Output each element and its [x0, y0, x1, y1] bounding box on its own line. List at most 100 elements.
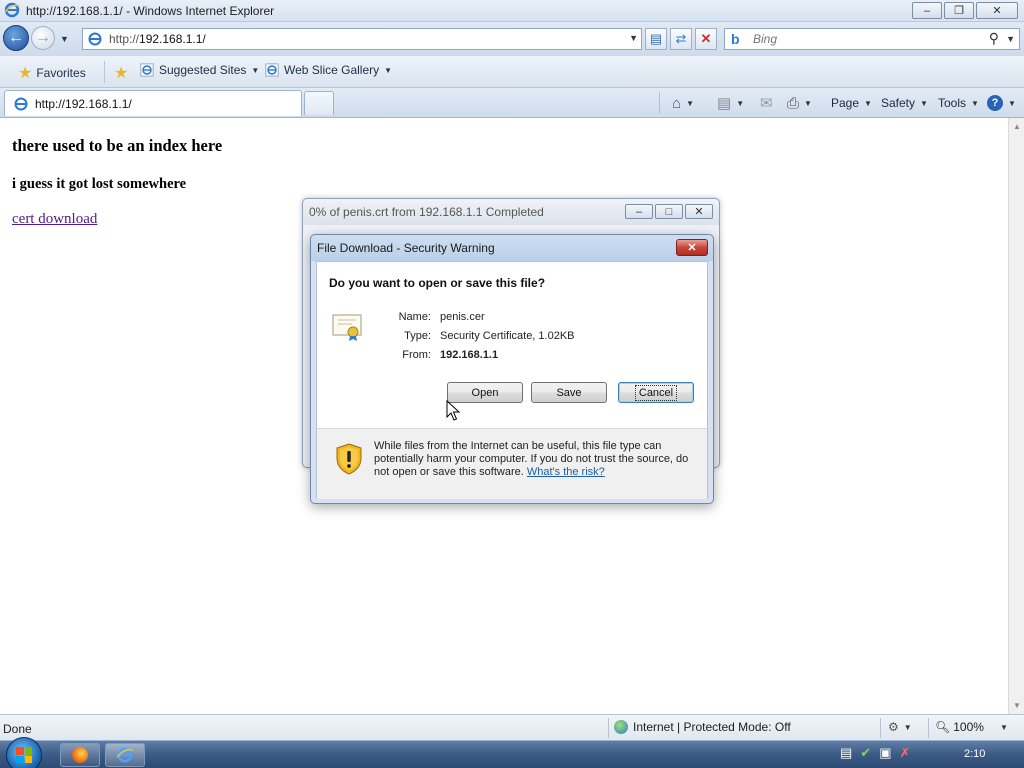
- chevron-down-icon: ▼: [804, 98, 812, 108]
- taskbar-firefox-button[interactable]: [60, 743, 100, 767]
- progress-dialog-title: 0% of penis.crt from 192.168.1.1 Complet…: [309, 205, 544, 219]
- read-mail-button[interactable]: ✉: [760, 93, 773, 113]
- back-button[interactable]: ←: [3, 25, 29, 51]
- dialog-title-bar[interactable]: File Download - Security Warning ✕: [311, 235, 713, 261]
- search-input[interactable]: [753, 32, 983, 46]
- close-button[interactable]: ✕: [976, 2, 1018, 19]
- window-title-bar[interactable]: http://192.168.1.1/ - Windows Internet E…: [0, 0, 1024, 22]
- web-slice-gallery-link[interactable]: Web Slice Gallery ▼: [265, 63, 392, 77]
- maximize-button[interactable]: ❐: [944, 2, 974, 19]
- file-from-value: 192.168.1.1: [440, 349, 499, 361]
- dialog-body: Do you want to open or save this file? N…: [316, 261, 708, 499]
- help-icon: ?: [987, 95, 1003, 111]
- ie-page-icon: [14, 97, 28, 110]
- chevron-down-icon: ▼: [971, 98, 979, 108]
- dialog-question: Do you want to open or save this file?: [329, 276, 546, 290]
- vertical-scrollbar[interactable]: ▲ ▼: [1008, 118, 1024, 714]
- start-button[interactable]: [6, 737, 42, 768]
- web-slice-gallery-label: Web Slice Gallery: [284, 63, 380, 77]
- forward-button[interactable]: →: [31, 26, 55, 50]
- status-bar: Done Internet | Protected Mode: Off ⚙ ▼ …: [0, 714, 1024, 740]
- bing-logo-icon: b: [731, 31, 740, 47]
- network-icon[interactable]: ▣: [879, 745, 891, 761]
- favorites-button[interactable]: ★ Favorites: [18, 63, 86, 83]
- zone-text: Internet | Protected Mode: Off: [633, 720, 791, 734]
- compatibility-view-button[interactable]: ▤: [645, 28, 667, 50]
- arrow-right-icon: →: [35, 29, 51, 46]
- tray-document-icon[interactable]: ▤: [840, 745, 852, 761]
- zoom-magnifier-icon: 🔍︎: [935, 720, 951, 734]
- mail-icon: ✉: [760, 95, 773, 112]
- rss-feed-icon: ▤: [717, 95, 732, 112]
- address-bar[interactable]: http://192.168.1.1/ ▼: [82, 28, 642, 50]
- search-dropdown-icon[interactable]: ▼: [1006, 34, 1015, 44]
- favorites-label: Favorites: [36, 66, 86, 80]
- separator: [928, 718, 929, 738]
- save-button[interactable]: Save: [531, 382, 607, 403]
- taskbar-ie-button[interactable]: [105, 743, 145, 767]
- tab-active[interactable]: http://192.168.1.1/: [4, 90, 302, 116]
- search-icon[interactable]: ⚲: [989, 30, 999, 47]
- cert-download-link[interactable]: cert download: [12, 211, 97, 227]
- progress-maximize-button[interactable]: □: [655, 204, 683, 219]
- scroll-down-icon[interactable]: ▼: [1013, 701, 1021, 710]
- recent-pages-dropdown-icon[interactable]: ▼: [60, 34, 69, 44]
- scroll-up-icon[interactable]: ▲: [1013, 122, 1021, 131]
- file-name-value: penis.cer: [440, 311, 485, 323]
- progress-dialog-title-bar[interactable]: 0% of penis.crt from 192.168.1.1 Complet…: [303, 199, 719, 225]
- progress-close-button[interactable]: ✕: [685, 204, 713, 219]
- help-button[interactable]: ? ▼: [987, 93, 1016, 113]
- addons-button[interactable]: ⚙ ▼: [888, 720, 912, 734]
- save-button-label: Save: [556, 386, 582, 399]
- zoom-control[interactable]: 🔍︎ 100% ▼: [935, 720, 1008, 734]
- navigation-bar: ← → ▼ http://192.168.1.1/ ▼ ▤ ⇄ ✕ b ⚲ ▼: [0, 22, 1024, 56]
- name-label: Name:: [398, 311, 431, 323]
- tab-label: http://192.168.1.1/: [35, 96, 132, 111]
- dialog-close-button[interactable]: ✕: [676, 239, 708, 256]
- mouse-cursor-icon: [446, 400, 460, 421]
- search-box[interactable]: b ⚲ ▼: [724, 28, 1020, 50]
- separator: [608, 718, 609, 738]
- clock[interactable]: 2:10: [964, 748, 985, 760]
- taskbar: ▤ ✔ ▣ ✗ 2:10: [0, 737, 1024, 768]
- compatibility-icon: ▤: [649, 31, 663, 46]
- whats-the-risk-link[interactable]: What's the risk?: [527, 466, 605, 478]
- action-center-icon[interactable]: ✔: [860, 745, 871, 761]
- ie-logo-icon: [116, 747, 134, 763]
- address-url[interactable]: http://192.168.1.1/: [109, 32, 206, 46]
- add-to-favorites-bar-button[interactable]: ★: [114, 63, 132, 83]
- status-text: Done: [3, 722, 32, 736]
- tools-menu[interactable]: Tools ▼: [938, 93, 979, 113]
- security-zone[interactable]: Internet | Protected Mode: Off: [614, 720, 791, 734]
- address-dropdown-icon[interactable]: ▼: [629, 33, 638, 43]
- stop-button[interactable]: ✕: [695, 28, 717, 50]
- add-favorite-star-icon: ★: [114, 65, 129, 82]
- feeds-button[interactable]: ▤ ▼: [717, 93, 744, 113]
- chevron-down-icon: ▼: [384, 65, 393, 75]
- file-name-row: Name: penis.cer: [373, 311, 485, 323]
- minimize-button[interactable]: –: [912, 2, 942, 19]
- chevron-down-icon: ▼: [1008, 98, 1016, 108]
- arrow-left-icon: ←: [8, 29, 24, 46]
- volume-muted-icon[interactable]: ✗: [900, 745, 911, 761]
- cancel-button[interactable]: Cancel: [618, 382, 694, 403]
- type-label: Type:: [404, 330, 431, 342]
- progress-minimize-button[interactable]: –: [625, 204, 653, 219]
- suggested-sites-link[interactable]: Suggested Sites ▼: [140, 63, 259, 77]
- cancel-button-label: Cancel: [634, 384, 678, 401]
- page-heading: there used to be an index here: [12, 136, 223, 155]
- warning-shield-icon: [336, 443, 362, 475]
- chevron-down-icon: ▼: [864, 98, 872, 108]
- print-button[interactable]: ⎙ ▼: [787, 93, 812, 113]
- refresh-button[interactable]: ⇄: [670, 28, 692, 50]
- home-button[interactable]: ⌂ ▼: [672, 93, 694, 113]
- file-download-security-warning-dialog: File Download - Security Warning ✕ Do yo…: [310, 234, 714, 504]
- chevron-down-icon: ▼: [251, 65, 260, 75]
- new-tab-button[interactable]: [304, 91, 334, 115]
- open-button-label: Open: [471, 386, 499, 399]
- chevron-down-icon: ▼: [686, 98, 694, 108]
- firefox-icon: [72, 747, 88, 763]
- page-menu[interactable]: Page ▼: [831, 93, 872, 113]
- file-type-row: Type: Security Certificate, 1.02KB: [373, 330, 574, 342]
- safety-menu[interactable]: Safety ▼: [881, 93, 928, 113]
